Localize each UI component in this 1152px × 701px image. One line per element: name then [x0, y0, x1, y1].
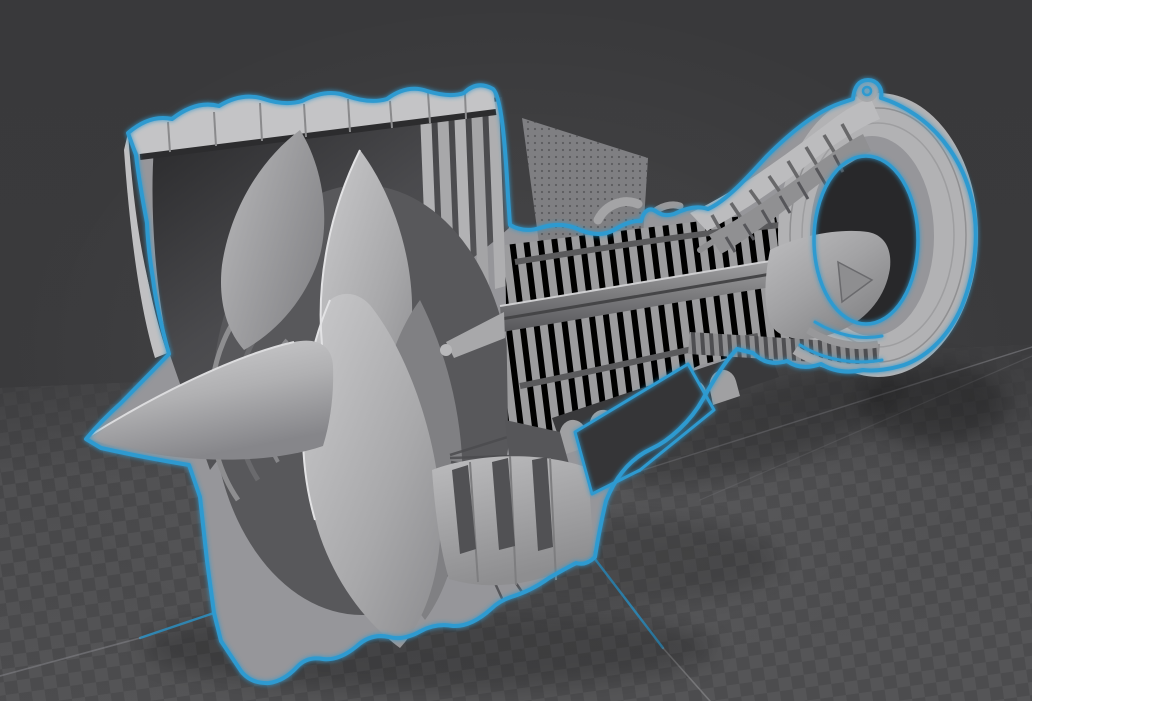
application-window: [0, 0, 1152, 701]
viewport-3d[interactable]: [0, 0, 1032, 701]
scene-svg: [0, 0, 1032, 701]
right-panel: [1032, 0, 1152, 701]
